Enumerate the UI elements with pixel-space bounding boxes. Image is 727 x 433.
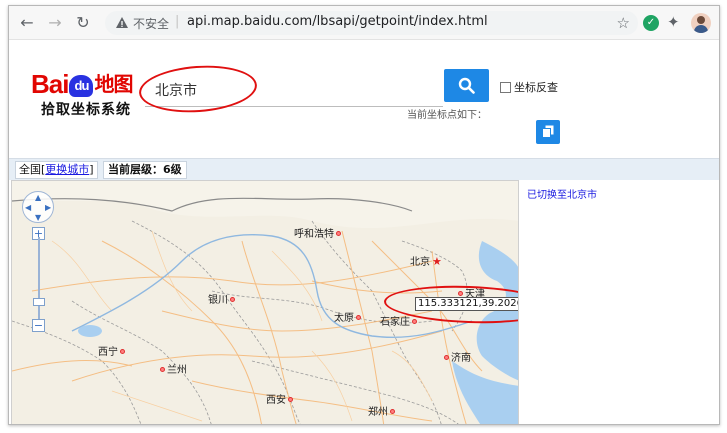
logo-subtitle: 拾取坐标系统 [41, 102, 131, 118]
reload-icon[interactable]: ↻ [73, 13, 93, 33]
pan-left-icon[interactable]: ◀ [25, 203, 31, 212]
bookmark-star-icon[interactable]: ☆ [617, 14, 630, 32]
url-text[interactable]: api.map.baidu.com/lbsapi/getpoint/index.… [187, 14, 488, 29]
zoom-slider-track[interactable] [38, 237, 40, 319]
zoom-level-label: 当前层级：6级 [103, 161, 187, 179]
copy-icon [542, 125, 554, 138]
city-prefix: 全国[ [19, 163, 46, 176]
reverse-lookup-checkbox[interactable] [500, 82, 511, 93]
search-button[interactable] [444, 69, 489, 102]
city-lanzhou: 兰州 [160, 361, 187, 376]
city-taiyuan: 太原 [334, 309, 361, 324]
security-label[interactable]: 不安全 [133, 15, 169, 32]
extensions-puzzle-icon[interactable]: ✦ [667, 13, 680, 31]
pan-right-icon[interactable]: ▶ [45, 203, 51, 212]
change-city-link[interactable]: 更换城市 [45, 163, 89, 176]
map-info-bar: 全国[更换城市] 当前层级：6级 [9, 158, 719, 180]
copy-button[interactable] [536, 120, 560, 144]
city-hohhot: 呼和浩特 [294, 225, 341, 240]
current-coord-label: 当前坐标点如下： [407, 110, 487, 121]
reverse-lookup-label[interactable]: 坐标反查 [514, 79, 558, 95]
pan-down-icon[interactable]: ▼ [35, 213, 41, 222]
forward-icon[interactable]: → [45, 13, 65, 33]
city-zhengzhou: 郑州 [368, 403, 395, 418]
city-xining: 西宁 [98, 343, 125, 358]
pan-up-icon[interactable]: ▲ [35, 193, 41, 202]
profile-avatar[interactable] [691, 13, 711, 33]
city-tab: 全国[更换城市] [15, 161, 98, 179]
zoom-slider-handle[interactable] [33, 298, 45, 306]
city-switch-message: 已切换至北京市 [527, 190, 597, 201]
address-bar[interactable]: 不安全 | api.map.baidu.com/lbsapi/getpoint/… [105, 11, 638, 35]
url-separator: | [175, 14, 180, 29]
logo-map: 地图 [94, 74, 133, 96]
logo-paw-du: du [69, 75, 94, 97]
city-xian: 西安 [266, 391, 293, 406]
city-yinchuan: 银川 [208, 291, 235, 306]
city-jinan: 济南 [444, 349, 471, 364]
pan-control[interactable]: ▲ ▼ ◀ ▶ [22, 191, 54, 223]
back-icon[interactable]: ← [17, 13, 37, 33]
city-beijing: 北京 ★ [410, 255, 442, 268]
logo-bai: Bai [31, 69, 69, 99]
annotation-circle-search [137, 61, 259, 117]
city-suffix: ] [89, 163, 94, 176]
search-icon [458, 77, 475, 94]
browser-toolbar: ← → ↻ 不安全 | api.map.baidu.com/lbsapi/get… [9, 6, 719, 40]
zoom-out-button[interactable]: − [32, 319, 45, 332]
baidu-logo[interactable]: Bai du 地图 [31, 68, 133, 100]
warning-icon [116, 17, 128, 28]
extension-icon[interactable]: ✓ [643, 15, 659, 31]
browser-window: ← → ↻ 不安全 | api.map.baidu.com/lbsapi/get… [8, 5, 720, 425]
map-canvas[interactable]: 呼和浩特 北京 ★ 天津 银川 太原 石家庄 西宁 兰州 济南 西安 郑州 ▲ ▼… [11, 180, 519, 424]
